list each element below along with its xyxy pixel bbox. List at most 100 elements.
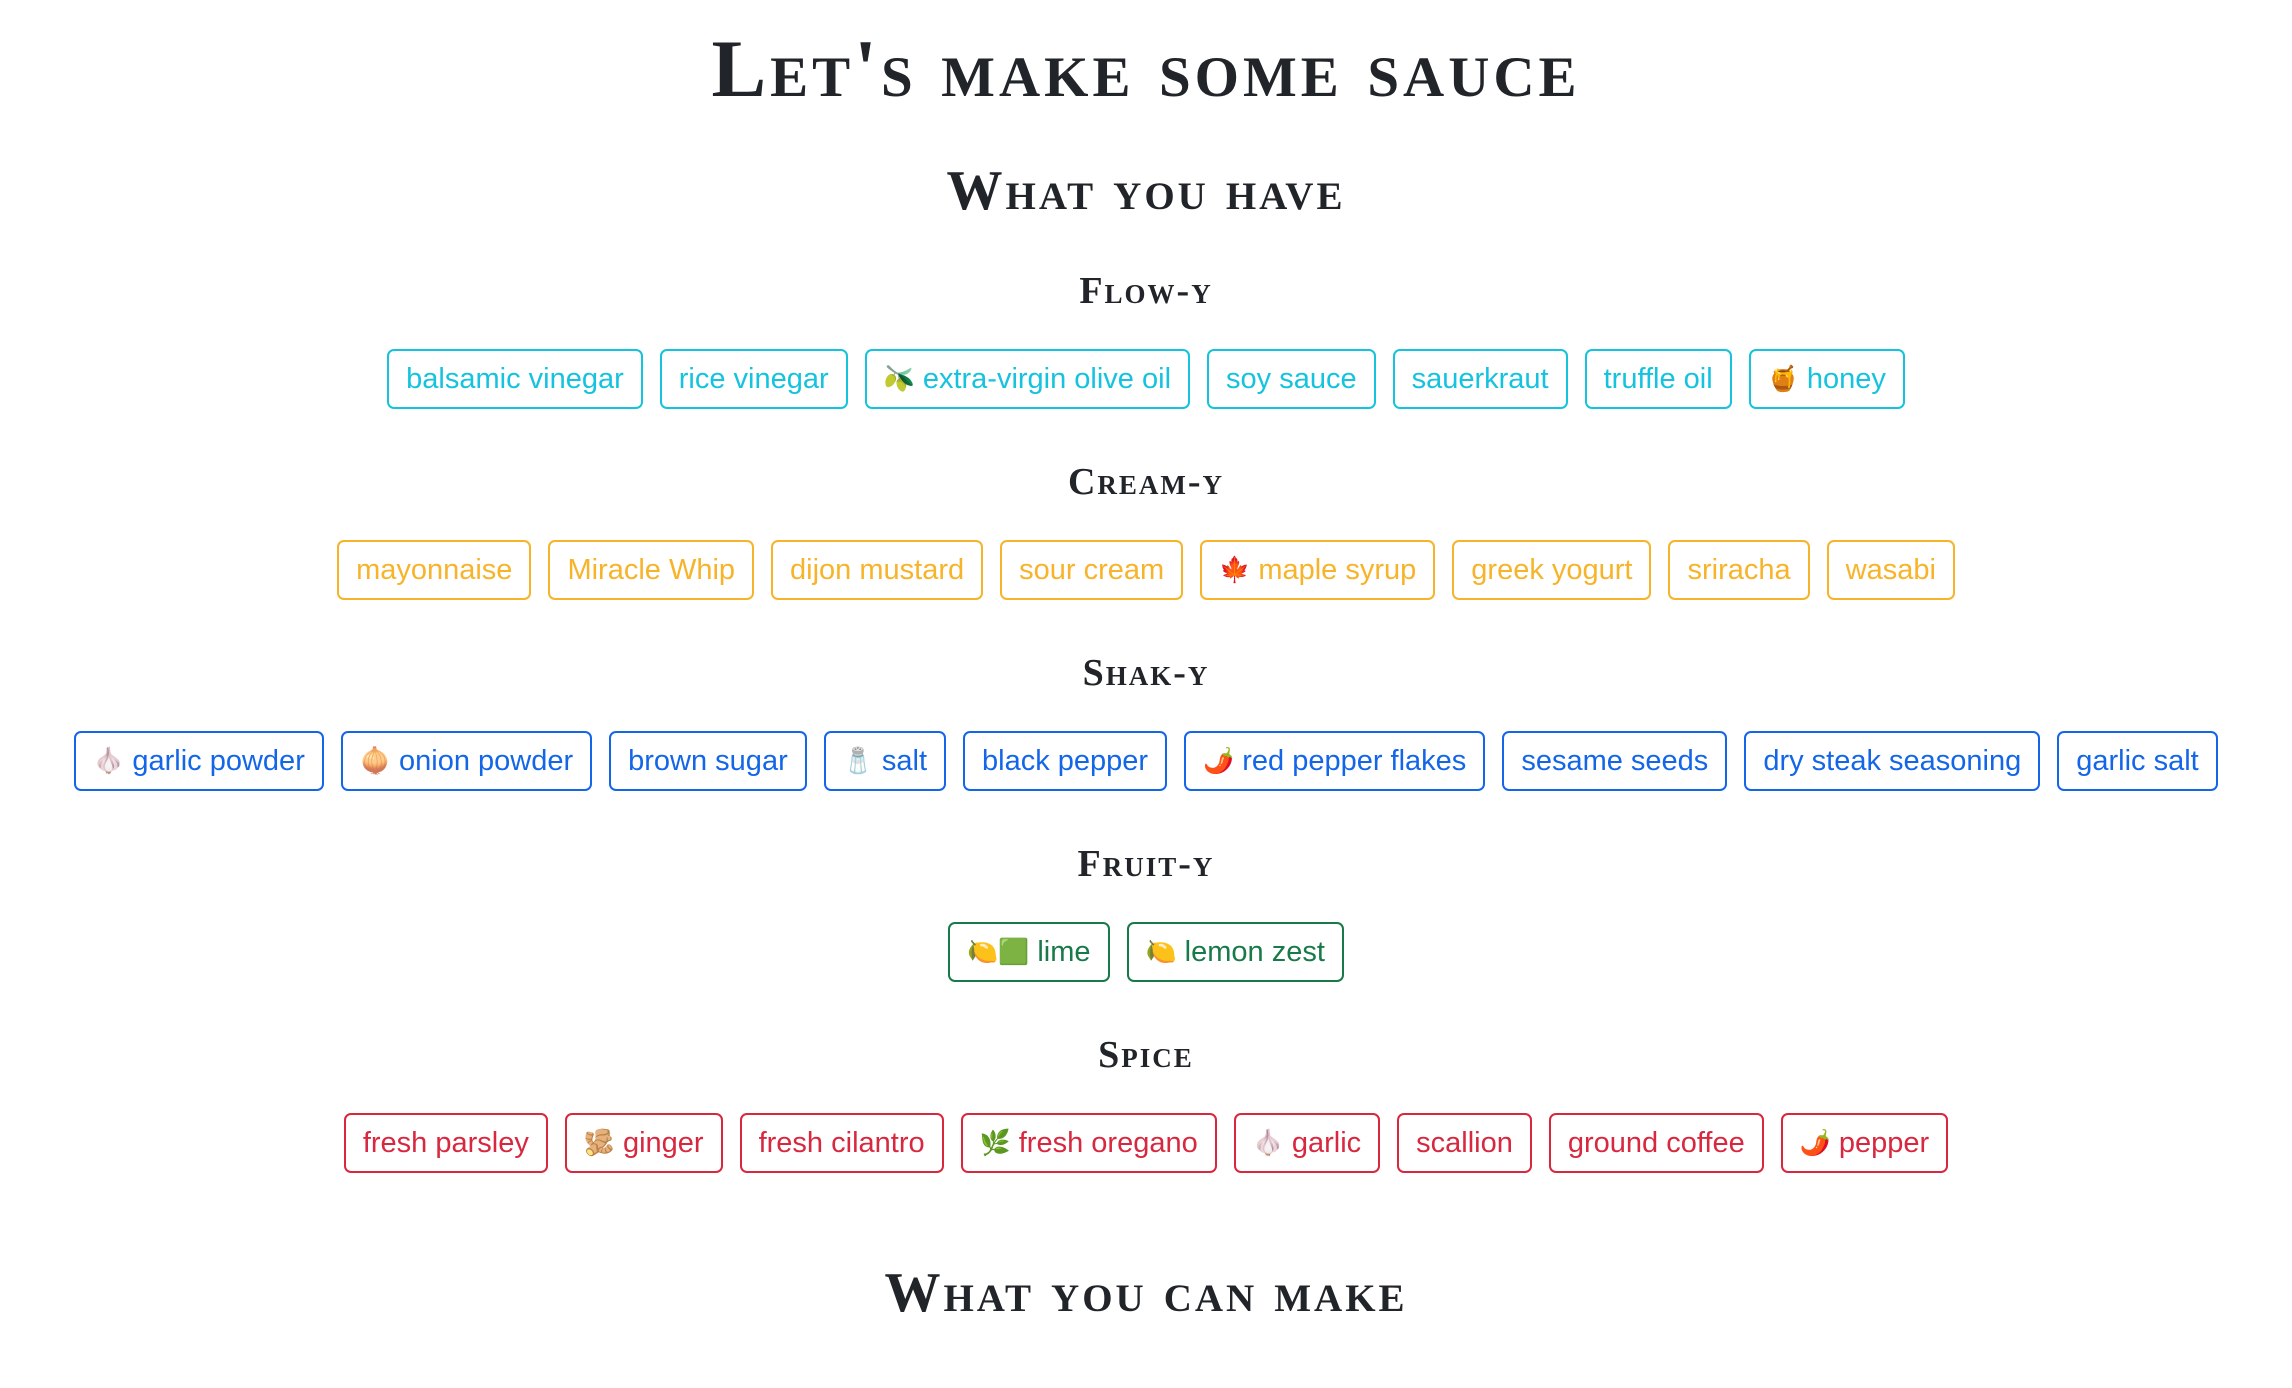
ingredient-emoji-icon: 🧄 [1252,1128,1284,1157]
ingredient-button[interactable]: truffle oil [1584,349,1732,409]
ingredient-emoji-icon: 🧂 [842,746,874,775]
ingredient-button[interactable]: 🧄 garlic powder [74,731,324,791]
category-fruity: Fruit-y 🍋🟩 lime 🍋 lemon zest [0,845,2292,982]
ingredient-label: wasabi [1845,553,1936,586]
ingredient-emoji-icon: 🍯 [1767,364,1799,393]
ingredient-label: garlic salt [2076,744,2199,777]
ingredient-button[interactable]: sriracha [1668,540,1810,600]
ingredient-button[interactable]: greek yogurt [1452,540,1652,600]
ingredient-button[interactable]: 🍋 lemon zest [1126,922,1344,982]
ingredient-emoji-icon: 🧄 [93,746,125,775]
make-heading: What you can make [884,1262,1408,1324]
ingredient-button[interactable]: fresh cilantro [739,1113,944,1173]
ingredient-emoji-icon: 🍋🟩 [967,937,1030,966]
ingredient-label: scallion [1416,1126,1513,1159]
ingredient-button[interactable]: 🍁 maple syrup [1200,540,1436,600]
category-heading: Fruit-y [1077,843,1215,885]
ingredient-button[interactable]: balsamic vinegar [387,349,643,409]
ingredient-emoji-icon: 🫚 [583,1128,615,1157]
ingredient-button[interactable]: 🧂 salt [823,731,947,791]
ingredient-label: salt [881,744,928,777]
ingredient-button[interactable]: black pepper [963,731,1168,791]
have-heading: What you have [946,160,1346,222]
ingredient-button[interactable]: garlic salt [2057,731,2218,791]
category-heading: Shak-y [1082,652,1210,694]
ingredient-label: ginger [622,1126,704,1159]
ingredient-emoji-icon: 🌶️ [1799,1128,1831,1157]
ingredient-button[interactable]: fresh parsley [343,1113,548,1173]
ingredient-button[interactable]: 🍋🟩 lime [948,922,1110,982]
ingredient-button[interactable]: 🍯 honey [1748,349,1905,409]
ingredient-button[interactable]: 🫚 ginger [564,1113,723,1173]
ingredient-label: dry steak seasoning [1763,744,2022,777]
category-heading: Spice [1098,1034,1194,1076]
category-spice: Spice fresh parsley 🫚 ginger fresh cilantro… [0,1036,2292,1173]
ingredient-label: greek yogurt [1471,553,1633,586]
ingredient-button[interactable]: soy sauce [1207,349,1376,409]
ingredient-label: truffle oil [1603,362,1713,395]
ingredient-label: sour cream [1019,553,1165,586]
ingredient-list: 🧄 garlic powder 🧅 onion powder brown sugar 🧂 s… [0,731,2292,791]
ingredient-list: 🍋🟩 lime 🍋 lemon zest [0,922,2292,982]
ingredient-button[interactable]: mayonnaise [337,540,532,600]
ingredient-label: balsamic vinegar [406,362,624,395]
page-title: Let's make some sauce [711,23,1581,114]
category-heading: Cream-y [1067,461,1225,503]
ingredient-label: fresh oregano [1018,1126,1198,1159]
ingredient-label: ground coffee [1567,1126,1745,1159]
ingredient-button[interactable]: Miracle Whip [548,540,755,600]
ingredient-list: fresh parsley 🫚 ginger fresh cilantro 🌿 fresh… [0,1113,2292,1173]
ingredient-button[interactable]: 🌶️ red pepper flakes [1184,731,1486,791]
ingredient-button[interactable]: 🌿 fresh oregano [960,1113,1217,1173]
ingredient-label: honey [1806,362,1886,395]
ingredient-button[interactable]: ground coffee [1548,1113,1764,1173]
category-creamy: Cream-y mayonnaise Miracle Whip dijon must… [0,463,2292,600]
ingredient-label: sesame seeds [1521,744,1709,777]
ingredient-list: mayonnaise Miracle Whip dijon mustard sour … [0,540,2292,600]
ingredient-label: mayonnaise [356,553,513,586]
ingredient-label: lime [1037,935,1091,968]
ingredient-button[interactable]: wasabi [1826,540,1955,600]
ingredient-label: lemon zest [1184,935,1325,968]
page: Let's make some sauce What you have Flow… [0,0,2292,1388]
category-shaky: Shak-y 🧄 garlic powder 🧅 onion powder brown … [0,654,2292,791]
ingredient-button[interactable]: scallion [1397,1113,1532,1173]
ingredient-label: garlic powder [132,744,305,777]
ingredient-emoji-icon: 🍁 [1219,555,1251,584]
ingredient-label: soy sauce [1226,362,1357,395]
ingredient-label: dijon mustard [790,553,965,586]
ingredient-button[interactable]: 🧄 garlic [1233,1113,1381,1173]
ingredient-button[interactable]: sour cream [1000,540,1184,600]
ingredient-button[interactable]: sesame seeds [1502,731,1728,791]
ingredient-label: onion powder [399,744,574,777]
ingredient-label: extra-virgin olive oil [922,362,1172,395]
ingredient-emoji-icon: 🍋 [1145,937,1177,966]
ingredient-label: maple syrup [1258,553,1417,586]
ingredient-label: pepper [1838,1126,1930,1159]
ingredient-emoji-icon: 🌿 [979,1128,1011,1157]
ingredient-label: fresh cilantro [758,1126,925,1159]
ingredient-button[interactable]: sauerkraut [1392,349,1568,409]
ingredient-button[interactable]: dijon mustard [771,540,984,600]
ingredient-emoji-icon: 🌶️ [1203,746,1235,775]
category-heading: Flow-y [1079,270,1213,312]
ingredient-emoji-icon: 🫒 [883,364,915,393]
ingredient-label: red pepper flakes [1242,744,1467,777]
ingredient-button[interactable]: 🌶️ pepper [1780,1113,1949,1173]
ingredient-emoji-icon: 🧅 [359,746,391,775]
category-flowy: Flow-y balsamic vinegar rice vinegar 🫒 extr… [0,272,2292,409]
ingredient-button[interactable]: rice vinegar [659,349,848,409]
ingredient-button[interactable]: brown sugar [609,731,807,791]
ingredient-label: Miracle Whip [567,553,736,586]
ingredient-label: black pepper [982,744,1149,777]
ingredient-button[interactable]: 🧅 onion powder [340,731,593,791]
ingredient-label: sriracha [1687,553,1791,586]
ingredient-button[interactable]: dry steak seasoning [1744,731,2041,791]
ingredient-label: fresh parsley [362,1126,529,1159]
ingredient-button[interactable]: 🫒 extra-virgin olive oil [864,349,1191,409]
ingredient-label: rice vinegar [678,362,829,395]
ingredient-label: brown sugar [628,744,788,777]
ingredient-label: sauerkraut [1411,362,1549,395]
ingredient-list: balsamic vinegar rice vinegar 🫒 extra-virgi… [0,349,2292,409]
ingredient-label: garlic [1291,1126,1362,1159]
